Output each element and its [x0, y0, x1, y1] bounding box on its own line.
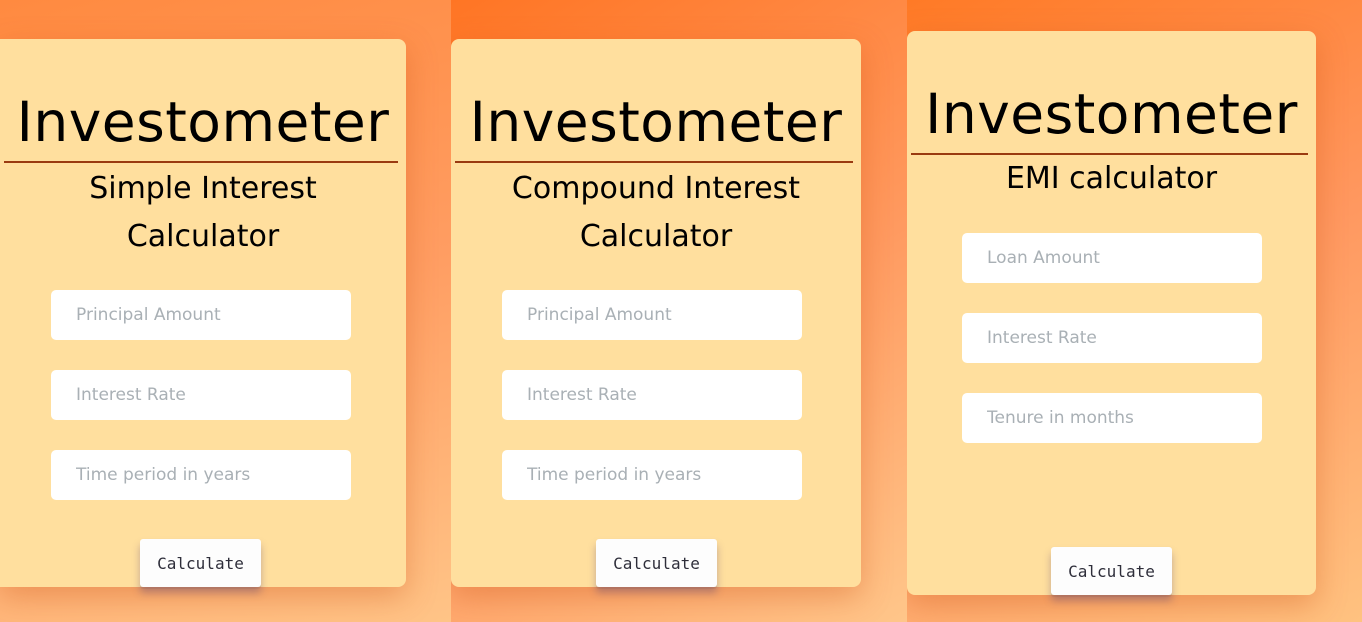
- principal-amount-input[interactable]: [502, 290, 802, 340]
- time-period-input[interactable]: [51, 450, 351, 500]
- emi-panel: Investometer EMI calculator Calculate: [907, 0, 1362, 622]
- calculator-title: Simple Interest Calculator: [0, 165, 406, 261]
- title-divider: [4, 161, 398, 163]
- compound-interest-card: Investometer Compound Interest Calculato…: [451, 39, 861, 587]
- interest-rate-input[interactable]: [502, 370, 802, 420]
- app-stage: Investometer Simple Interest Calculator …: [0, 0, 1362, 622]
- calculator-title-line2: Calculator: [126, 219, 280, 254]
- principal-amount-input[interactable]: [51, 290, 351, 340]
- calculator-title: EMI calculator: [1005, 161, 1218, 196]
- loan-amount-input[interactable]: [962, 233, 1262, 283]
- calculator-title-line1: Simple Interest: [89, 171, 317, 206]
- title-divider: [455, 161, 853, 163]
- compound-interest-panel: Investometer Compound Interest Calculato…: [451, 0, 907, 622]
- calculate-button[interactable]: Calculate: [596, 539, 717, 587]
- brand-title: Investometer: [16, 90, 390, 154]
- calculate-button[interactable]: Calculate: [140, 539, 261, 587]
- brand-title: Investometer: [469, 90, 843, 154]
- simple-interest-card: Investometer Simple Interest Calculator …: [0, 39, 406, 587]
- tenure-months-input[interactable]: [962, 393, 1262, 443]
- calculator-title-line1: Compound Interest: [511, 171, 801, 206]
- calculator-title: Compound Interest Calculator: [451, 165, 861, 261]
- simple-interest-panel: Investometer Simple Interest Calculator …: [0, 0, 451, 622]
- interest-rate-input[interactable]: [962, 313, 1262, 363]
- emi-card: Investometer EMI calculator Calculate: [907, 31, 1316, 595]
- interest-rate-input[interactable]: [51, 370, 351, 420]
- time-period-input[interactable]: [502, 450, 802, 500]
- calculator-title-line2: Calculator: [579, 219, 733, 254]
- calculate-button[interactable]: Calculate: [1051, 547, 1172, 595]
- brand-title: Investometer: [925, 82, 1298, 146]
